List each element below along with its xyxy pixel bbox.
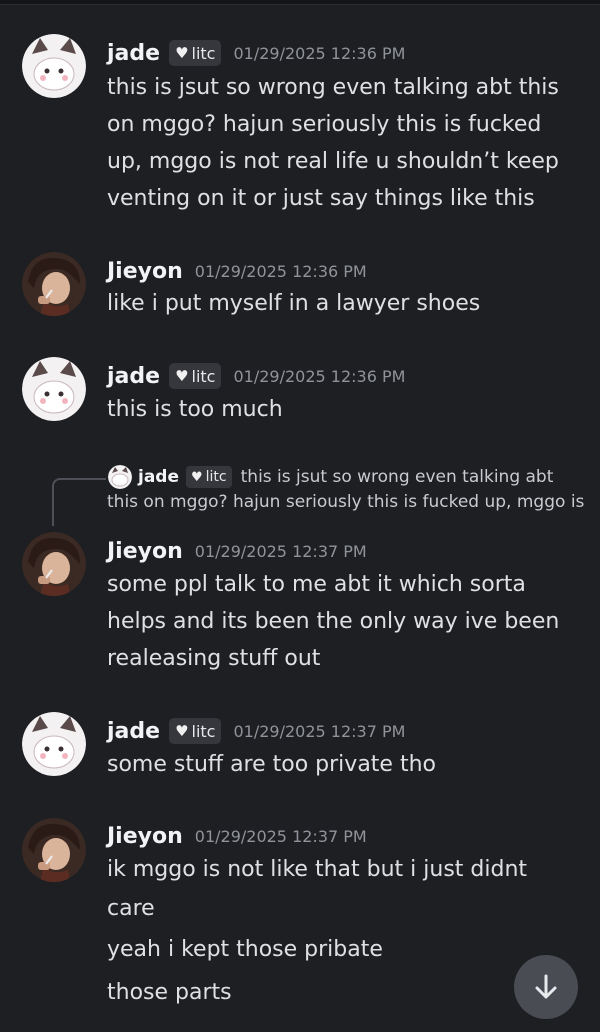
avatar-jade[interactable] [22,712,86,776]
avatar-jade[interactable] [22,357,86,421]
timestamp: 01/29/2025 12:37 PM [194,826,367,846]
top-divider [0,0,600,5]
reply-text[interactable]: this on mggo? hajun seriously this is fu… [107,492,584,512]
username[interactable]: jade [107,41,160,66]
username[interactable]: Jieyon [107,539,183,564]
jump-to-present-button[interactable] [514,955,578,1019]
message-line: some stuff are too private tho [107,752,436,777]
reply-spine [52,478,106,526]
arrow-down-icon [535,974,557,999]
timestamp: 01/29/2025 12:36 PM [233,43,406,63]
avatar-jieyon[interactable] [22,532,86,596]
guild-tag[interactable]: ♥ litc [169,40,222,66]
heart-icon: ♥ [191,469,203,485]
timestamp: 01/29/2025 12:36 PM [233,366,406,386]
heart-icon: ♥ [175,722,189,740]
timestamp: 01/29/2025 12:37 PM [194,541,367,561]
reply-username[interactable]: jade [138,467,179,487]
avatar-jieyon[interactable] [22,252,86,316]
guild-tag[interactable]: ♥ litc [169,718,222,744]
reply-avatar[interactable] [108,465,132,489]
message-line: helps and its been the only way ive been [107,609,560,634]
message-line: this is too much [107,397,283,422]
message-line: ik mggo is not like that but i just didn… [107,857,528,882]
message-line: this is jsut so wrong even talking abt t… [107,75,559,100]
heart-icon: ♥ [175,44,189,62]
avatar-jade[interactable] [22,34,86,98]
message-line: care [107,896,155,921]
tag-label: litc [191,721,216,741]
message-line: up, mggo is not real life u shouldn’t ke… [107,149,559,174]
reply-text[interactable]: this is jsut so wrong even talking abt [241,467,554,487]
guild-tag[interactable]: ♥ litc [169,363,222,389]
timestamp: 01/29/2025 12:36 PM [194,261,367,281]
username[interactable]: Jieyon [107,259,183,284]
message-line: some ppl talk to me abt it which sorta [107,572,526,597]
avatar-jieyon[interactable] [22,818,86,882]
message-line: yeah i kept those pribate [107,937,383,962]
reply-tag-label: litc [205,469,227,485]
username[interactable]: Jieyon [107,824,183,849]
message-line: those parts [107,980,232,1005]
username[interactable]: jade [107,719,160,744]
reply-preview[interactable]: jade ♥ litc this is jsut so wrong even ta… [138,463,553,491]
tag-label: litc [191,43,216,63]
timestamp: 01/29/2025 12:37 PM [233,721,406,741]
message-line: realeasing stuff out [107,646,321,671]
tag-label: litc [191,366,216,386]
message-line: venting on it or just say things like th… [107,186,535,211]
heart-icon: ♥ [175,367,189,385]
message-line: on mggo? hajun seriously this is fucked [107,112,542,137]
message-line: like i put myself in a lawyer shoes [107,291,481,316]
username[interactable]: jade [107,364,160,389]
reply-guild-tag: ♥ litc [186,466,232,488]
